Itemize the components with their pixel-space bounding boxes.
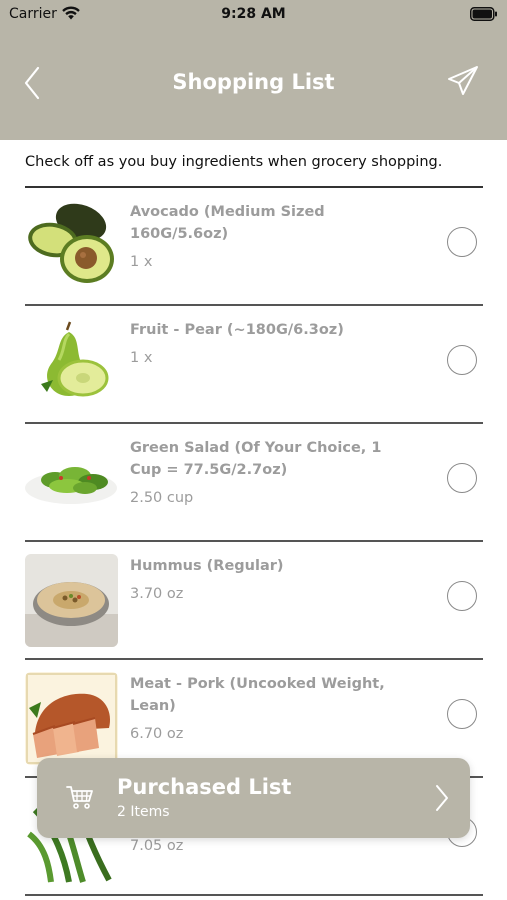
pear-image [25, 318, 118, 411]
item-checkbox[interactable] [447, 463, 477, 493]
purchased-count: 2 Items [117, 804, 170, 820]
list-item: Green Salad (Of Your Choice, 1 Cup = 77.… [0, 424, 507, 542]
item-quantity: 7.05 oz [130, 838, 184, 854]
item-quantity: 6.70 oz [130, 726, 184, 742]
purchased-list-button[interactable]: Purchased List 2 Items [37, 758, 470, 838]
status-bar: Carrier 9:28 AM [0, 0, 507, 30]
item-name: Meat - Pork (Uncooked Weight, Lean) [130, 676, 385, 714]
item-checkbox[interactable] [447, 581, 477, 611]
green-salad-image [25, 436, 118, 529]
item-quantity: 1 x [130, 350, 153, 366]
divider [25, 894, 483, 896]
item-checkbox[interactable] [447, 227, 477, 257]
purchased-list-title: Purchased List [117, 775, 292, 799]
chevron-right-icon [436, 785, 448, 811]
item-name: Green Salad (Of Your Choice, 1 Cup = 77.… [130, 440, 382, 478]
avocado-image [25, 200, 118, 293]
hummus-image [25, 554, 118, 647]
item-name: Avocado (Medium Sized 160G/5.6oz) [130, 204, 325, 242]
list-item: Avocado (Medium Sized 160G/5.6oz) 1 x [0, 188, 507, 306]
item-quantity: 3.70 oz [130, 586, 184, 602]
shopping-cart-icon [66, 786, 93, 809]
list-item: Fruit - Pear (~180G/6.3oz) 1 x [0, 306, 507, 424]
item-quantity: 2.50 cup [130, 490, 194, 506]
item-quantity: 1 x [130, 254, 153, 270]
page-title: Shopping List [172, 70, 335, 94]
header-bar: Carrier 9:28 AM Shopping List [0, 0, 507, 140]
list-item: Hummus (Regular) 3.70 oz [0, 542, 507, 660]
item-checkbox[interactable] [447, 345, 477, 375]
item-name: Fruit - Pear (~180G/6.3oz) [130, 322, 344, 338]
item-checkbox[interactable] [447, 699, 477, 729]
status-time: 9:28 AM [221, 6, 286, 22]
battery-icon [470, 7, 497, 21]
pork-image [25, 672, 118, 765]
instructions-text: Check off as you buy ingredients when gr… [25, 154, 443, 170]
item-name: Hummus (Regular) [130, 558, 284, 574]
paper-plane-icon[interactable] [446, 64, 480, 98]
